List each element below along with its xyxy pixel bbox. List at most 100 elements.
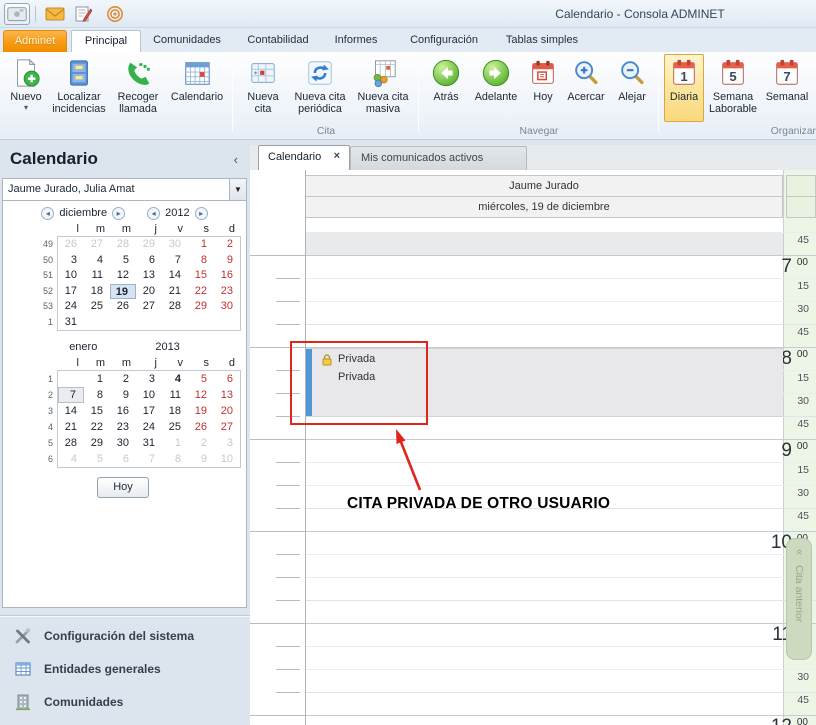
tab-informes[interactable]: Informes <box>325 30 387 52</box>
ribbon-button-nueva-cita-peri-dica[interactable]: Nueva cita periódica <box>288 54 352 122</box>
next-year-icon[interactable]: ▸ <box>194 206 208 220</box>
ribbon-button-acercar[interactable]: Acercar <box>562 54 610 122</box>
time-slot-row[interactable]: 9 00 <box>250 439 816 463</box>
sidebar-item-configuraci-n-del-sistema[interactable]: Configuración del sistema <box>0 622 250 650</box>
day-cell[interactable]: 21 <box>162 284 188 300</box>
day-cell[interactable]: 1 <box>188 237 214 253</box>
day-cell[interactable]: 13 <box>214 387 240 403</box>
day-cell[interactable]: 19 <box>188 403 214 419</box>
day-cell[interactable]: 17 <box>58 284 84 300</box>
tab-principal[interactable]: Principal <box>71 30 141 52</box>
time-slot-row[interactable]: 30 <box>250 302 816 325</box>
ribbon-button-recoger-llamada[interactable]: Recoger llamada <box>110 54 166 122</box>
day-cell[interactable]: 26 <box>110 299 136 315</box>
notes-icon[interactable] <box>73 5 93 23</box>
tab-adminet[interactable]: Adminet <box>3 30 67 52</box>
time-slot-row[interactable]: 12 00 <box>250 715 816 725</box>
prev-month-icon[interactable]: ◂ <box>41 206 55 220</box>
ribbon-button-semanal[interactable]: 7 Semanal <box>762 54 812 122</box>
today-button[interactable]: Hoy <box>97 477 149 498</box>
day-cell[interactable]: 11 <box>162 387 188 403</box>
prev-year-icon[interactable]: ◂ <box>147 206 161 220</box>
ribbon-button-localizar-incidencias[interactable]: Localizar incidencias <box>48 54 110 122</box>
time-slot-row[interactable]: 1000 <box>250 531 816 555</box>
day-cell[interactable]: 10 <box>136 387 162 403</box>
day-cell[interactable]: 2 <box>188 435 214 451</box>
day-cell[interactable]: 25 <box>84 299 110 315</box>
time-slot-row[interactable]: 15 <box>250 555 816 578</box>
collapse-sidebar-icon[interactable]: ‹ <box>234 152 238 167</box>
tab-tablas-simples[interactable]: Tablas simples <box>500 30 584 52</box>
day-cell[interactable]: 29 <box>136 237 162 253</box>
day-cell[interactable]: 23 <box>110 419 136 435</box>
day-cell[interactable]: 27 <box>84 237 110 253</box>
day-cell[interactable]: 13 <box>136 268 162 284</box>
day-cell[interactable]: 8 <box>188 253 214 269</box>
day-cell[interactable]: 12 <box>188 387 214 403</box>
sidebar-item-entidades-generales[interactable]: Entidades generales <box>0 655 250 683</box>
time-slot-row[interactable]: 15 <box>250 279 816 302</box>
day-cell[interactable]: 29 <box>84 435 110 451</box>
day-cell[interactable]: 4 <box>58 451 84 467</box>
ribbon-button-atr-s[interactable]: Atrás <box>424 54 468 122</box>
time-slot-row[interactable] <box>250 220 816 233</box>
day-cell[interactable]: 26 <box>188 419 214 435</box>
day-cell[interactable]: 11 <box>84 268 110 284</box>
next-month-icon[interactable]: ▸ <box>112 206 126 220</box>
ribbon-button-adelante[interactable]: Adelante <box>468 54 524 122</box>
ribbon-button-diaria[interactable]: 1 Diaria <box>664 54 704 122</box>
day-cell[interactable]: 10 <box>214 451 240 467</box>
day-cell[interactable]: 9 <box>110 387 136 403</box>
day-cell[interactable]: 9 <box>188 451 214 467</box>
time-slot-row[interactable]: 7 00 <box>250 255 816 279</box>
day-cell[interactable]: 3 <box>136 371 162 387</box>
time-slot-row[interactable]: 45 <box>250 693 816 716</box>
day-cell[interactable]: 26 <box>58 237 84 253</box>
day-cell[interactable]: 18 <box>162 403 188 419</box>
day-cell[interactable]: 5 <box>110 253 136 269</box>
day-cell[interactable]: 21 <box>58 419 84 435</box>
day-cell[interactable] <box>214 315 240 331</box>
day-cell[interactable]: 20 <box>214 403 240 419</box>
ribbon-button-nuevo[interactable]: Nuevo ▾ <box>4 54 48 122</box>
ribbon-button-alejar[interactable]: Alejar <box>610 54 654 122</box>
day-cell[interactable]: 3 <box>58 253 84 269</box>
day-cell[interactable]: 4 <box>84 253 110 269</box>
day-cell[interactable] <box>84 315 110 331</box>
day-cell[interactable]: 15 <box>84 403 110 419</box>
day-cell[interactable] <box>188 315 214 331</box>
day-cell[interactable]: 16 <box>110 403 136 419</box>
time-slot-row[interactable]: 45 <box>250 601 816 624</box>
day-cell[interactable]: 16 <box>214 268 240 284</box>
day-cell[interactable]: 1 <box>84 371 110 387</box>
tab-contabilidad[interactable]: Contabilidad <box>237 30 319 52</box>
day-cell[interactable]: 10 <box>58 268 84 284</box>
ribbon-button-semana-laborable[interactable]: 5 Semana Laborable <box>704 54 762 122</box>
day-cell[interactable]: 7 <box>58 387 84 403</box>
day-cell[interactable]: 15 <box>188 268 214 284</box>
day-cell[interactable]: 24 <box>136 419 162 435</box>
tab-comunidades[interactable]: Comunidades <box>145 30 229 52</box>
day-cell[interactable]: 24 <box>58 299 84 315</box>
time-slot-row[interactable]: 15 <box>250 463 816 486</box>
time-slot-row[interactable]: 30 <box>250 670 816 693</box>
day-cell[interactable] <box>162 315 188 331</box>
day-cell[interactable]: 23 <box>214 284 240 300</box>
time-slot-row[interactable]: 30 <box>250 578 816 601</box>
day-cell[interactable] <box>110 315 136 331</box>
day-cell[interactable]: 2 <box>110 371 136 387</box>
chevron-down-icon[interactable]: ▼ <box>229 179 246 200</box>
day-cell[interactable]: 2 <box>214 237 240 253</box>
broadcast-icon[interactable] <box>105 5 125 23</box>
day-cell[interactable]: 28 <box>110 237 136 253</box>
day-cell[interactable]: 1 <box>162 435 188 451</box>
day-cell[interactable]: 3 <box>214 435 240 451</box>
day-cell[interactable]: 20 <box>136 284 162 300</box>
day-cell[interactable]: 22 <box>188 284 214 300</box>
day-cell[interactable]: 27 <box>136 299 162 315</box>
day-cell[interactable]: 7 <box>136 451 162 467</box>
day-cell[interactable]: 6 <box>110 451 136 467</box>
sidebar-item-comunidades[interactable]: Comunidades <box>0 688 250 716</box>
day-cell[interactable]: 5 <box>188 371 214 387</box>
ribbon-button-nueva-cita[interactable]: Nueva cita <box>238 54 288 122</box>
